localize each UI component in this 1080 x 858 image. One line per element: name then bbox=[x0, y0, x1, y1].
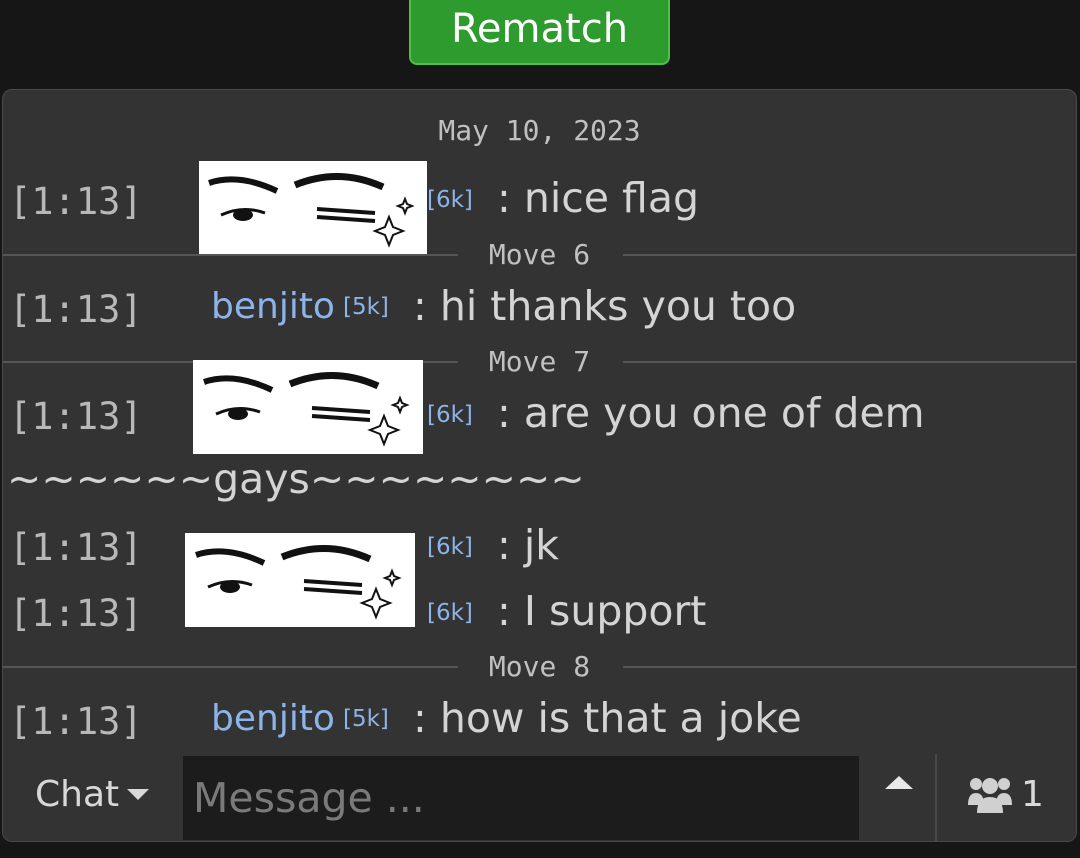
move-divider: Move 8 bbox=[3, 650, 1076, 683]
user-count: 1 bbox=[1021, 774, 1044, 815]
redacted-avatar-image bbox=[185, 533, 415, 627]
user-rank: [5k] bbox=[343, 706, 389, 732]
message-text: : are you one of dem bbox=[497, 389, 925, 437]
expand-button[interactable] bbox=[861, 754, 937, 841]
move-label: Move 6 bbox=[488, 238, 591, 271]
message-text: : jk bbox=[497, 521, 559, 569]
message-time: [1:13] bbox=[9, 288, 143, 331]
chat-date: May 10, 2023 bbox=[438, 114, 641, 147]
message-text: : hi thanks you too bbox=[413, 282, 797, 330]
message-time: [1:13] bbox=[9, 526, 143, 569]
move-divider: Move 6 bbox=[3, 238, 1076, 271]
message-text-continuation: ~~~~~~gays~~~~~~~~ bbox=[7, 455, 585, 503]
message-input[interactable] bbox=[183, 756, 859, 840]
users-button[interactable]: 1 bbox=[967, 774, 1044, 815]
move-label: Move 8 bbox=[488, 650, 591, 683]
user-rank: [6k] bbox=[427, 600, 473, 626]
message-time: [1:13] bbox=[9, 180, 143, 223]
user-rank: [6k] bbox=[427, 402, 473, 428]
message-time: [1:13] bbox=[9, 395, 143, 438]
caret-up-icon bbox=[885, 776, 913, 789]
message-text: : nice flag bbox=[497, 174, 699, 222]
user-rank: [5k] bbox=[343, 294, 389, 320]
redacted-avatar-image bbox=[193, 360, 423, 454]
chat-channel-dropdown[interactable]: Chat bbox=[35, 774, 150, 815]
move-label: Move 7 bbox=[488, 345, 591, 378]
user-rank: [6k] bbox=[427, 187, 473, 213]
message-time: [1:13] bbox=[9, 700, 143, 743]
username-link[interactable]: benjito bbox=[211, 698, 335, 739]
users-icon bbox=[968, 777, 1012, 813]
chat-panel: May 10, 2023 [1:13] [6k] : nice flag Mov… bbox=[2, 89, 1077, 842]
move-divider: Move 7 bbox=[3, 345, 1076, 378]
caret-down-icon bbox=[127, 789, 150, 800]
rematch-button[interactable]: Rematch bbox=[409, 0, 670, 65]
username-link[interactable]: benjito bbox=[211, 286, 335, 327]
chat-menu-label: Chat bbox=[35, 774, 120, 815]
message-text: : I support bbox=[497, 587, 707, 635]
chat-input-bar: Chat 1 bbox=[3, 754, 1076, 841]
message-text: : how is that a joke bbox=[413, 694, 802, 742]
message-time: [1:13] bbox=[9, 592, 143, 635]
user-rank: [6k] bbox=[427, 534, 473, 560]
